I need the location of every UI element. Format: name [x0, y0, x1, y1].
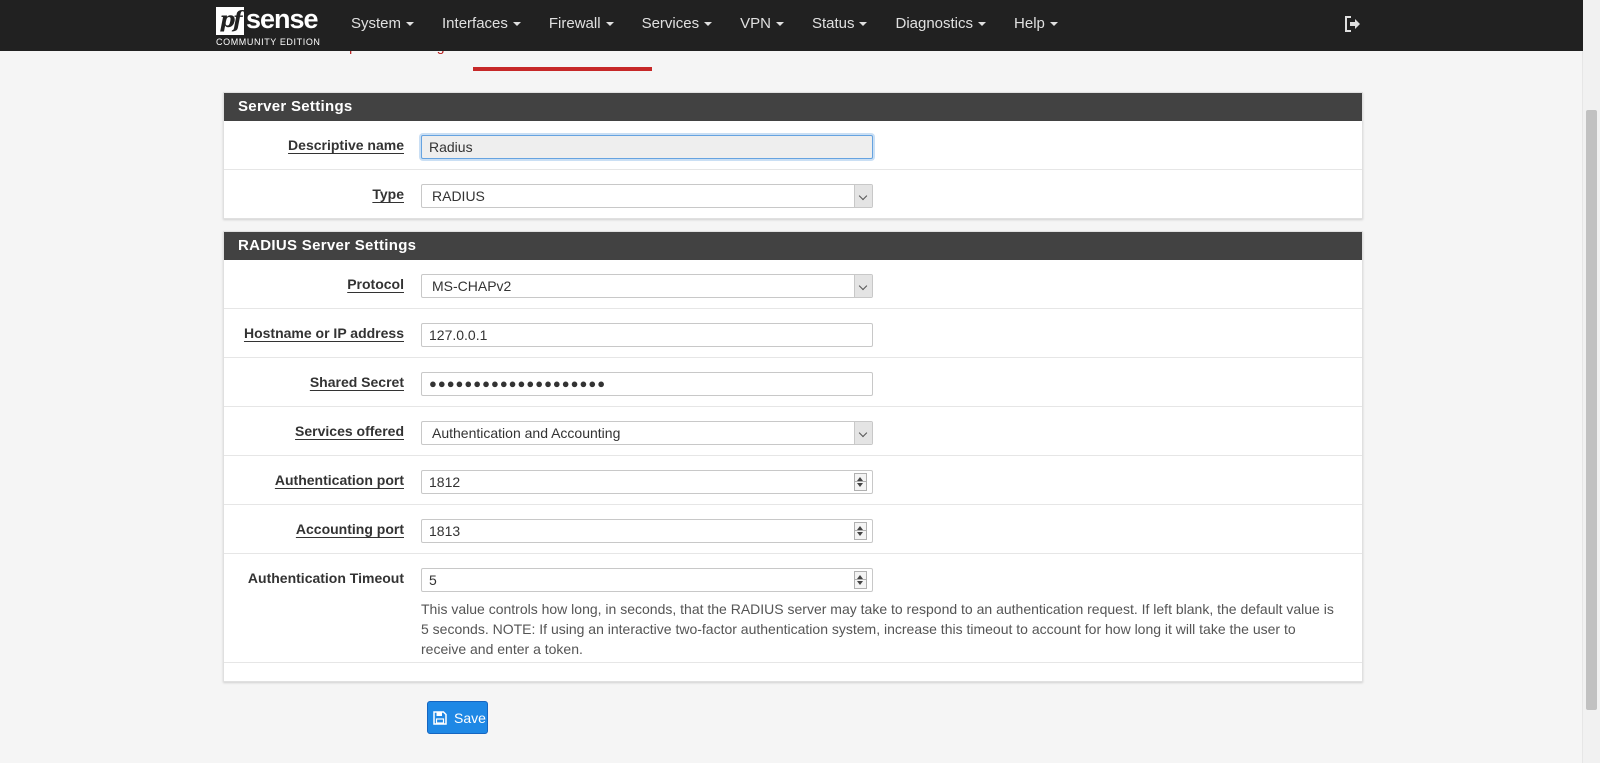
- caret-down-icon: [406, 22, 415, 27]
- pf-logo-mark: pf: [216, 7, 244, 35]
- caret-down-icon: [978, 22, 987, 27]
- caret-down-icon: [605, 22, 614, 27]
- menu-label: Help: [1014, 15, 1045, 32]
- chevron-down-icon: [854, 185, 872, 207]
- services-offered-row: Services offered Authentication and Acco…: [224, 407, 1362, 456]
- caret-down-icon: [512, 22, 521, 27]
- field-value: 1813: [429, 523, 461, 539]
- menu-label: Status: [811, 15, 855, 32]
- accounting-port-row: Accounting port 1813: [224, 505, 1362, 554]
- type-select[interactable]: RADIUS: [421, 184, 873, 208]
- top-navbar: pf sense COMMUNITY EDITION System Interf…: [0, 0, 1583, 51]
- protocol-row: Protocol MS-CHAPv2: [224, 260, 1362, 309]
- menu-label: System: [351, 15, 402, 32]
- menu-diagnostics[interactable]: Diagnostics: [881, 0, 1000, 51]
- page: Users Groups Settings Authentication Ser…: [0, 0, 1583, 763]
- menu-services[interactable]: Services: [628, 0, 727, 51]
- radius-server-settings-panel: RADIUS Server Settings Protocol MS-CHAPv…: [223, 231, 1363, 682]
- menu-label: Diagnostics: [895, 15, 974, 32]
- active-tab-indicator: [473, 67, 652, 71]
- server-settings-panel: Server Settings Descriptive name Radius …: [223, 92, 1363, 219]
- field-label: Authentication port: [274, 472, 404, 488]
- selected-value: MS-CHAPv2: [432, 278, 512, 294]
- services-offered-select[interactable]: Authentication and Accounting: [421, 421, 873, 445]
- menu-vpn[interactable]: VPN: [726, 0, 798, 51]
- save-button[interactable]: Save: [427, 701, 488, 734]
- hostname-input[interactable]: 127.0.0.1: [421, 323, 873, 347]
- field-label: Descriptive name: [288, 137, 404, 153]
- menu-system[interactable]: System: [337, 0, 428, 51]
- field-label: Shared Secret: [309, 374, 404, 390]
- authentication-port-row: Authentication port 1812: [224, 456, 1362, 505]
- hostname-row: Hostname or IP address 127.0.0.1: [224, 309, 1362, 358]
- spacer-row: [224, 663, 1362, 681]
- authentication-timeout-input[interactable]: 5: [421, 568, 873, 592]
- main-menu: System Interfaces Firewall Services VPN …: [337, 0, 1072, 51]
- logout-icon[interactable]: [1344, 15, 1362, 33]
- number-spinner[interactable]: [854, 571, 867, 589]
- chevron-down-icon: [854, 422, 872, 444]
- field-label: Authentication Timeout: [247, 570, 404, 586]
- save-label: Save: [454, 710, 486, 726]
- accounting-port-input[interactable]: 1813: [421, 519, 873, 543]
- menu-help[interactable]: Help: [1000, 0, 1072, 51]
- panel-heading: RADIUS Server Settings: [224, 232, 1362, 260]
- selected-value: RADIUS: [432, 188, 485, 204]
- menu-label: Firewall: [548, 15, 601, 32]
- field-label: Type: [372, 186, 404, 202]
- type-row: Type RADIUS: [224, 170, 1362, 218]
- caret-down-icon: [859, 22, 868, 27]
- menu-label: Interfaces: [442, 15, 508, 32]
- menu-firewall[interactable]: Firewall: [535, 0, 628, 51]
- timeout-help-text: This value controls how long, in seconds…: [421, 601, 1334, 657]
- number-spinner[interactable]: [854, 473, 867, 491]
- field-label: Protocol: [347, 276, 404, 292]
- caret-down-icon: [775, 22, 784, 27]
- menu-label: VPN: [740, 15, 771, 32]
- menu-label: Services: [641, 15, 700, 32]
- caret-down-icon: [1049, 22, 1058, 27]
- protocol-select[interactable]: MS-CHAPv2: [421, 274, 873, 298]
- floppy-disk-icon: [433, 711, 447, 725]
- menu-status[interactable]: Status: [798, 0, 882, 51]
- authentication-port-input[interactable]: 1812: [421, 470, 873, 494]
- descriptive-name-input[interactable]: Radius: [421, 135, 873, 159]
- shared-secret-input[interactable]: ●●●●●●●●●●●●●●●●●●●●: [421, 372, 873, 396]
- scrollbar-thumb[interactable]: [1586, 110, 1597, 710]
- selected-value: Authentication and Accounting: [432, 425, 621, 441]
- shared-secret-row: Shared Secret ●●●●●●●●●●●●●●●●●●●●: [224, 358, 1362, 407]
- field-label: Accounting port: [295, 521, 404, 537]
- field-value: 5: [429, 572, 437, 588]
- brand-logo[interactable]: pf sense COMMUNITY EDITION: [216, 4, 326, 47]
- number-spinner[interactable]: [854, 522, 867, 540]
- vertical-scrollbar[interactable]: [1582, 0, 1600, 763]
- field-label: Hostname or IP address: [243, 325, 404, 341]
- field-label: Services offered: [295, 423, 404, 439]
- authentication-timeout-row: Authentication Timeout 5 This value cont…: [224, 554, 1362, 663]
- descriptive-name-row: Descriptive name Radius: [224, 121, 1362, 170]
- brand-word: sense: [246, 4, 319, 34]
- chevron-down-icon: [854, 275, 872, 297]
- field-value: 1812: [429, 474, 461, 490]
- caret-down-icon: [704, 22, 713, 27]
- brand-edition: COMMUNITY EDITION: [216, 37, 321, 47]
- panel-heading: Server Settings: [224, 93, 1362, 121]
- menu-interfaces[interactable]: Interfaces: [428, 0, 535, 51]
